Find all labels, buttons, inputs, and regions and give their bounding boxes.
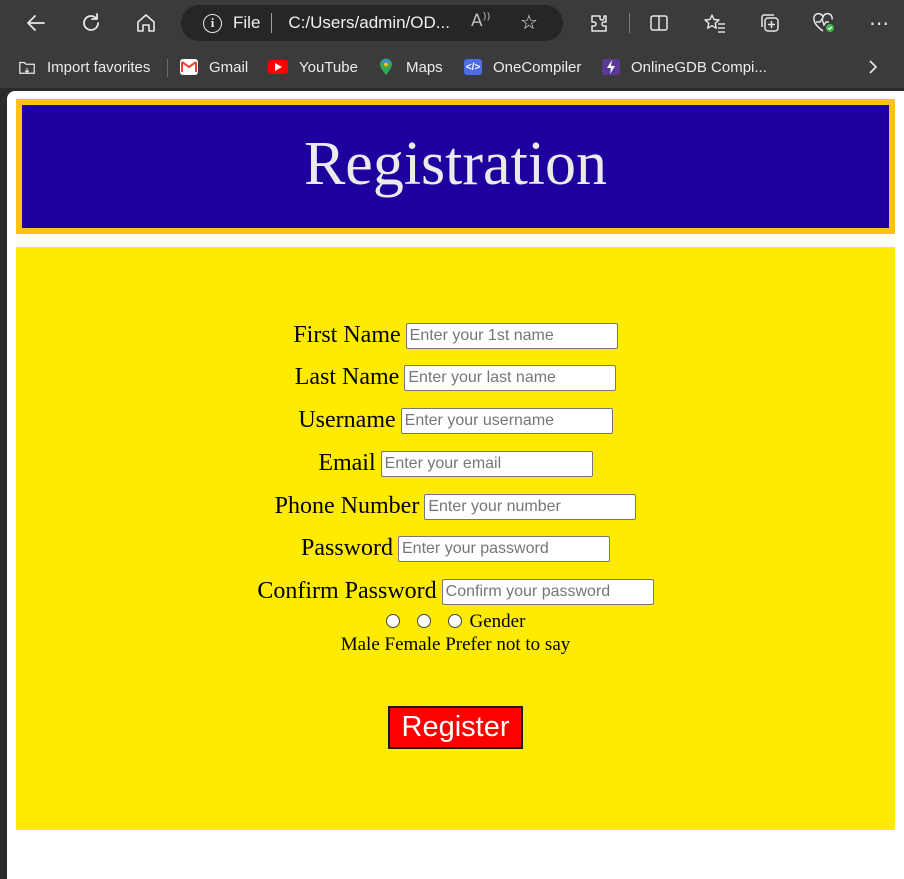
- confirm-password-row: Confirm Password: [16, 578, 895, 608]
- phone-number-input[interactable]: [424, 493, 637, 520]
- extensions-icon[interactable]: [584, 8, 614, 38]
- username-label: Username: [298, 407, 396, 433]
- register-button[interactable]: Register: [388, 706, 523, 749]
- favorite-gmail[interactable]: Gmail: [180, 58, 248, 76]
- onecompiler-icon: </>: [464, 59, 482, 75]
- email-row: Email: [16, 450, 895, 480]
- youtube-icon: [268, 60, 288, 74]
- back-icon[interactable]: [21, 8, 51, 38]
- username-input[interactable]: [400, 407, 613, 434]
- password-row: Password: [16, 535, 895, 565]
- gender-row: Gender: [16, 611, 895, 633]
- last-name-input[interactable]: [404, 364, 617, 391]
- gender-male-radio[interactable]: [385, 614, 400, 628]
- collections-icon[interactable]: [755, 8, 785, 38]
- onlinegdb-icon: [602, 59, 620, 75]
- gender-prefer-not-radio[interactable]: [447, 614, 462, 628]
- favorites-icon[interactable]: [700, 8, 730, 38]
- gender-label: Gender: [469, 611, 526, 632]
- confirm-password-label: Confirm Password: [257, 578, 437, 604]
- registration-form: First Name Last Name Username Email Phon…: [16, 247, 895, 830]
- import-folder-icon: [18, 59, 36, 75]
- favorite-onecompiler[interactable]: </> OneCompiler: [464, 58, 581, 76]
- page-viewport: Registration First Name Last Name Userna…: [7, 91, 904, 879]
- address-scheme: File: [233, 13, 261, 32]
- favorite-label: OneCompiler: [493, 58, 582, 76]
- phone-number-label: Phone Number: [274, 493, 420, 519]
- favorite-import[interactable]: Import favorites: [18, 58, 150, 76]
- info-icon[interactable]: i: [203, 13, 222, 33]
- last-name-row: Last Name: [16, 364, 895, 394]
- gender-options-text: Male Female Prefer not to say: [340, 634, 571, 655]
- address-separator: [271, 13, 273, 33]
- favorite-label: Import favorites: [47, 58, 151, 76]
- favorite-label: OnlineGDB Compi...: [631, 58, 767, 76]
- favorite-label: YouTube: [299, 58, 358, 76]
- address-bar[interactable]: i File C:/Users/admin/OD... A)) ☆: [181, 5, 563, 41]
- page-title: Registration: [303, 130, 608, 198]
- maps-icon: [377, 58, 395, 75]
- browser-toolbar: i File C:/Users/admin/OD... A)) ☆ ⋯: [0, 0, 904, 46]
- refresh-icon[interactable]: [76, 8, 106, 38]
- favorite-youtube[interactable]: YouTube: [268, 58, 358, 76]
- favorite-star-icon[interactable]: ☆: [520, 10, 538, 34]
- toolbar-divider: [629, 13, 630, 33]
- favorite-label: Maps: [406, 58, 443, 76]
- address-url[interactable]: C:/Users/admin/OD...: [288, 13, 450, 33]
- last-name-label: Last Name: [294, 364, 400, 390]
- split-screen-icon[interactable]: [644, 8, 674, 38]
- chevron-right-icon[interactable]: [858, 52, 888, 82]
- email-label: Email: [318, 450, 376, 476]
- more-icon[interactable]: ⋯: [864, 8, 894, 38]
- favorite-maps[interactable]: Maps: [377, 58, 443, 76]
- favorite-onlinegdb[interactable]: OnlineGDB Compi...: [602, 58, 767, 76]
- confirm-password-input[interactable]: [441, 578, 654, 605]
- password-label: Password: [300, 535, 393, 561]
- gender-female-radio[interactable]: [416, 614, 431, 628]
- favorites-divider: [167, 59, 168, 77]
- phone-number-row: Phone Number: [16, 493, 895, 523]
- read-aloud-icon[interactable]: A)): [471, 11, 490, 31]
- email-input[interactable]: [380, 450, 593, 477]
- first-name-label: First Name: [293, 322, 401, 348]
- browser-essentials-icon[interactable]: [809, 8, 839, 38]
- registration-banner: Registration: [16, 99, 895, 234]
- first-name-input[interactable]: [405, 322, 618, 349]
- username-row: Username: [16, 407, 895, 437]
- home-icon[interactable]: [131, 8, 161, 38]
- password-input[interactable]: [398, 535, 610, 562]
- favorite-label: Gmail: [209, 58, 249, 76]
- first-name-row: First Name: [16, 322, 895, 352]
- favorites-bar: Import favorites Gmail YouTube Maps </> …: [0, 46, 904, 88]
- gmail-icon: [180, 59, 198, 75]
